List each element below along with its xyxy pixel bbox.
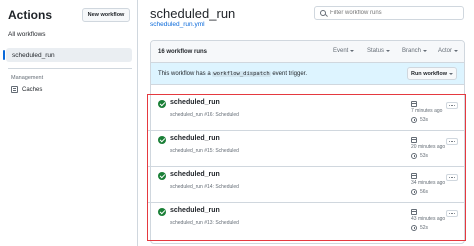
sidebar-divider xyxy=(8,68,132,69)
run-duration: 52s xyxy=(420,225,429,231)
chevron-down-icon xyxy=(386,50,391,52)
run-time-ago: 34 minutes ago xyxy=(411,180,446,186)
management-heading: Management xyxy=(11,75,44,81)
search-input[interactable] xyxy=(330,10,460,16)
sidebar-item-label: scheduled_run xyxy=(12,51,55,59)
run-meta: scheduled_run #15: Scheduled xyxy=(170,148,239,154)
run-meta: scheduled_run #14: Scheduled xyxy=(170,184,239,190)
run-row[interactable]: scheduled_run scheduled_run #15: Schedul… xyxy=(148,131,464,167)
run-name[interactable]: scheduled_run xyxy=(170,135,220,142)
workflow-file-link[interactable]: scheduled_run.yml xyxy=(150,21,205,28)
success-check-icon xyxy=(158,136,166,144)
run-duration: 56s xyxy=(420,189,429,195)
dispatch-suffix: event trigger. xyxy=(272,70,308,77)
run-meta: scheduled_run #13: Scheduled xyxy=(170,220,239,226)
new-workflow-button[interactable]: New workflow xyxy=(82,8,130,22)
run-name[interactable]: scheduled_run xyxy=(170,99,220,106)
run-duration: 53s xyxy=(420,153,429,159)
chevron-down-icon xyxy=(454,50,459,52)
filter-label: Event xyxy=(333,48,349,54)
stopwatch-icon xyxy=(411,117,417,123)
sidebar-title: Actions xyxy=(8,8,53,22)
success-check-icon xyxy=(158,100,166,108)
filter-label: Actor xyxy=(438,48,453,54)
stopwatch-icon xyxy=(411,153,417,159)
search-icon xyxy=(320,10,326,16)
more-options-button[interactable] xyxy=(446,174,458,181)
success-check-icon xyxy=(158,172,166,180)
run-row[interactable]: scheduled_run scheduled_run #13: Schedul… xyxy=(148,203,464,239)
page-title: scheduled_run xyxy=(150,6,236,21)
run-workflow-label: Run workflow xyxy=(410,70,448,77)
run-time-ago: 43 minutes ago xyxy=(411,216,446,222)
runs-header: 16 workflow runs Event Status Branch Act… xyxy=(151,41,464,63)
run-name[interactable]: scheduled_run xyxy=(170,171,220,178)
stopwatch-icon xyxy=(411,189,417,195)
calendar-icon xyxy=(411,137,417,143)
sidebar-item-caches[interactable]: Caches xyxy=(11,86,42,93)
sidebar: Actions New workflow All workflows sched… xyxy=(0,0,138,246)
chevron-down-icon xyxy=(449,72,454,75)
actor-filter[interactable]: Actor xyxy=(438,48,459,54)
more-options-button[interactable] xyxy=(446,102,458,109)
run-workflow-button[interactable]: Run workflow xyxy=(407,67,457,80)
sidebar-item-label: Caches xyxy=(22,86,43,93)
sidebar-item-all-workflows[interactable]: All workflows xyxy=(8,31,46,38)
run-list: scheduled_run scheduled_run #16: Schedul… xyxy=(147,94,466,241)
calendar-icon xyxy=(411,101,417,107)
chevron-down-icon xyxy=(350,50,355,52)
calendar-icon xyxy=(411,209,417,215)
more-options-button[interactable] xyxy=(446,138,458,145)
event-filter[interactable]: Event xyxy=(333,48,355,54)
run-name[interactable]: scheduled_run xyxy=(170,207,220,214)
run-row[interactable]: scheduled_run scheduled_run #16: Schedul… xyxy=(148,95,464,131)
filter-label: Branch xyxy=(402,48,422,54)
run-duration: 53s xyxy=(420,117,429,123)
dispatch-text: This workflow has a workflow_dispatch ev… xyxy=(158,70,308,77)
run-meta: scheduled_run #16: Scheduled xyxy=(170,112,239,118)
status-filter[interactable]: Status xyxy=(367,48,391,54)
dispatch-banner: This workflow has a workflow_dispatch ev… xyxy=(151,63,464,85)
sidebar-item-scheduled-run[interactable]: scheduled_run xyxy=(3,48,132,62)
search-box[interactable] xyxy=(314,6,464,20)
selected-indicator xyxy=(3,50,5,60)
runs-count: 16 workflow runs xyxy=(158,48,208,55)
filter-label: Status xyxy=(367,48,385,54)
database-icon xyxy=(11,86,18,93)
dispatch-code: workflow_dispatch xyxy=(212,70,271,77)
dispatch-prefix: This workflow has a xyxy=(158,70,211,77)
more-options-button[interactable] xyxy=(446,210,458,217)
run-row[interactable]: scheduled_run scheduled_run #14: Schedul… xyxy=(148,167,464,203)
run-time-ago: 20 minutes ago xyxy=(411,144,446,150)
stopwatch-icon xyxy=(411,225,417,231)
chevron-down-icon xyxy=(423,50,428,52)
branch-filter[interactable]: Branch xyxy=(402,48,428,54)
success-check-icon xyxy=(158,208,166,216)
run-time-ago: 7 minutes ago xyxy=(411,108,443,114)
calendar-icon xyxy=(411,173,417,179)
